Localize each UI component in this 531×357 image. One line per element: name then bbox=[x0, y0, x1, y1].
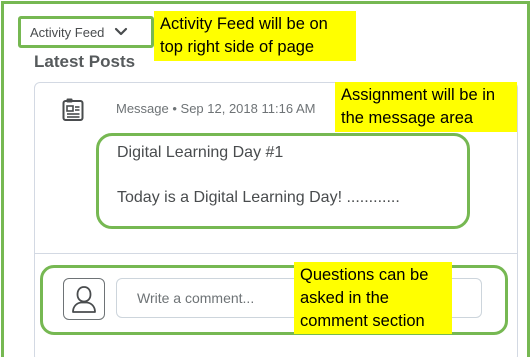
callout-activity-feed: Activity Feed will be on top right side … bbox=[154, 11, 356, 61]
post-body: Today is a Digital Learning Day! .......… bbox=[117, 189, 400, 206]
user-avatar bbox=[63, 278, 105, 320]
callout-message-area: Assignment will be in the message area bbox=[335, 82, 517, 132]
activity-feed-label: Activity Feed bbox=[30, 24, 105, 40]
user-avatar-icon bbox=[72, 286, 96, 313]
post-title: Digital Learning Day #1 bbox=[117, 144, 284, 161]
chevron-down-icon bbox=[115, 27, 128, 36]
post-meta: Message • Sep 12, 2018 11:16 AM bbox=[116, 101, 316, 116]
post-divider bbox=[34, 253, 518, 254]
callout-comment-section: Questions can be asked in the comment se… bbox=[294, 262, 452, 334]
activity-feed-dropdown[interactable]: Activity Feed bbox=[18, 16, 154, 48]
message-board-icon bbox=[62, 98, 84, 121]
section-title: Latest Posts bbox=[34, 52, 136, 71]
